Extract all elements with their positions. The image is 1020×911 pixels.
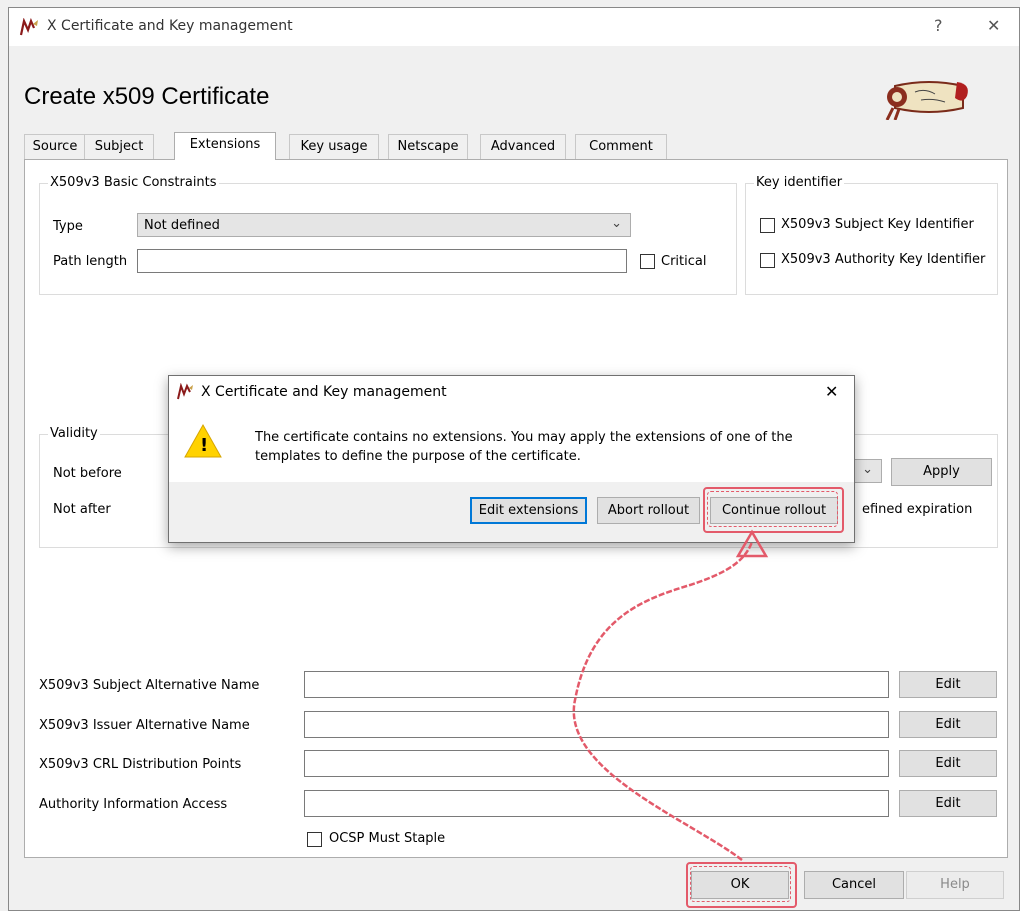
arrow-path	[572, 541, 754, 861]
annotation-arrow	[572, 529, 769, 861]
tab-extensions[interactable]: Extensions	[174, 132, 276, 160]
